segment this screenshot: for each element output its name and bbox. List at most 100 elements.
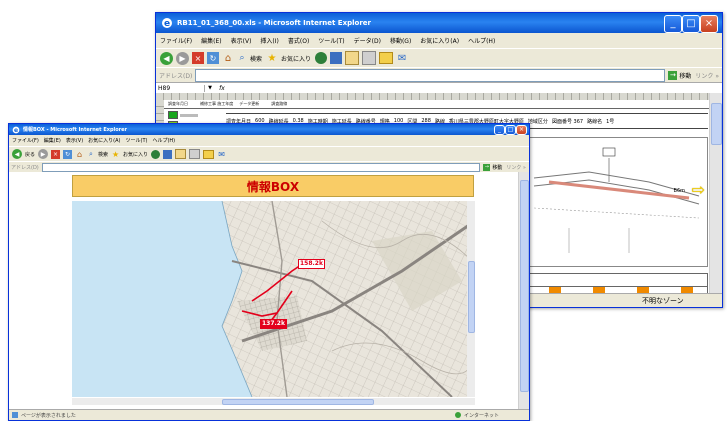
legend-bar [180,113,198,117]
menu-tools[interactable]: ツール(T) [126,137,148,144]
next-arrow-icon[interactable]: ⇨ [692,182,705,198]
menu-favorites[interactable]: お気に入り(A) [420,36,459,45]
zone-status: 不明なゾーン [642,297,684,305]
segment-row [529,286,707,293]
minimize-button[interactable]: _ [664,15,682,33]
map-scrollbar-thumb-vertical[interactable] [468,261,475,333]
mail-icon[interactable] [345,51,360,65]
go-button[interactable]: → 移動 [668,70,691,80]
media-icon[interactable] [151,149,161,159]
favorites-label[interactable]: お気に入り [281,54,311,63]
menu-insert[interactable]: 挿入(I) [260,36,278,45]
map-view[interactable]: 158.2k 137.2k [72,201,475,397]
scrollbar-thumb[interactable] [520,180,529,392]
go-button[interactable]: → 移動 [483,163,503,171]
menu-go[interactable]: 移動(G) [390,36,411,45]
map-scrollbar-vertical[interactable] [467,201,475,397]
search-label[interactable]: 検索 [250,54,262,63]
maximize-button[interactable]: □ [682,15,700,33]
history-icon[interactable] [163,149,173,159]
address-bar: アドレス(D) → 移動 リンク » [9,161,529,172]
menu-format[interactable]: 書式(O) [288,36,309,45]
map-scrollbar-thumb-horizontal[interactable] [222,399,374,405]
forward-icon[interactable]: ▶ [38,149,49,159]
cell-route-name-label: 路線名 [587,118,603,125]
refresh-icon[interactable]: ↻ [207,52,219,64]
menu-edit[interactable]: 編集(E) [44,137,61,144]
favorites-icon[interactable]: ★ [111,150,120,159]
map-scrollbar-horizontal[interactable] [72,398,475,405]
favorites-label[interactable]: お気に入り [123,151,148,158]
menu-help[interactable]: ヘルプ(H) [152,137,175,144]
menu-help[interactable]: ヘルプ(H) [468,36,495,45]
menu-edit[interactable]: 編集(E) [201,36,221,45]
media-icon[interactable] [315,52,328,64]
toolbar: ◀ ▶ × ↻ ⌂ ⌕ 検索 ★ お気に入り ✉ [156,48,722,67]
history-icon[interactable] [330,52,343,64]
page-title: 情報BOX [246,179,300,194]
search-label[interactable]: 検索 [98,151,108,158]
sheet-header-row: 調査年月日 補修工事 施工年度 データ更新 調査路線 [164,101,710,109]
stop-icon[interactable]: × [51,149,61,159]
address-input[interactable] [195,68,666,82]
messenger-icon[interactable]: ✉ [396,52,408,64]
minimize-button[interactable]: _ [494,125,505,135]
ie-logo-icon: e [12,126,20,134]
print-icon[interactable] [362,51,377,65]
status-text: ページが表示されました [21,412,76,419]
search-icon[interactable]: ⌕ [87,150,95,159]
menu-bar: ファイル(F) 編集(E) 表示(V) お気に入り(A) ツール(T) ヘルプ(… [9,136,529,145]
ie-logo-icon: e [160,17,173,30]
name-box[interactable]: H89 [156,84,205,92]
go-label: 移動 [492,164,503,171]
back-icon[interactable]: ◀ [12,149,22,159]
mail-icon[interactable] [175,149,187,159]
close-button[interactable]: × [700,15,718,33]
infobox-ie-window: e 情報BOX - Microsoft Internet Explorer _ … [8,123,530,421]
menu-favorites[interactable]: お気に入り(A) [88,137,120,144]
status-bar: ページが表示されました インターネット [9,409,529,420]
route-label-b[interactable]: 137.2k [260,319,287,329]
vertical-scrollbar[interactable] [518,172,529,409]
refresh-icon[interactable]: ↻ [63,149,73,159]
cell-route-name-value: 1号 [606,118,615,125]
folder-icon[interactable] [379,52,394,64]
infobox-banner: 情報BOX [72,175,474,197]
maximize-button[interactable]: □ [505,125,516,135]
name-dropdown-icon[interactable]: ▼ [205,85,215,91]
print-icon[interactable] [189,149,201,159]
sheet-header-3: データ更新 [239,101,260,106]
page-icon [12,412,18,418]
address-input[interactable] [41,162,481,172]
menu-view[interactable]: 表示(V) [231,36,252,45]
search-icon[interactable]: ⌕ [237,52,247,64]
address-label: アドレス(D) [11,164,39,171]
folder-icon[interactable] [203,149,215,159]
menu-data[interactable]: データ(D) [354,36,381,45]
links-label[interactable]: リンク » [695,71,719,80]
window-title: RB11_01_368_00.xls - Microsoft Internet … [177,19,371,27]
messenger-icon[interactable]: ✉ [217,150,226,159]
links-label[interactable]: リンク » [506,164,526,171]
menu-file[interactable]: ファイル(F) [160,36,192,45]
menu-file[interactable]: ファイル(F) [12,137,39,144]
vertical-scrollbar[interactable] [709,93,722,293]
address-label: アドレス(D) [159,72,193,80]
close-button[interactable]: × [516,125,527,135]
menu-tools[interactable]: ツール(T) [318,36,344,45]
go-icon: → [668,70,678,80]
forward-icon[interactable]: ▶ [176,51,189,65]
svg-text:e: e [14,127,18,134]
back-label[interactable]: 戻る [25,151,35,158]
road-drawing: B6m ⇨ [528,137,708,267]
sheet-header-4: 調査路線 [271,101,288,106]
home-icon[interactable]: ⌂ [222,52,234,64]
scrollbar-thumb[interactable] [711,103,722,145]
favorites-icon[interactable]: ★ [266,52,278,64]
stop-icon[interactable]: × [192,52,204,64]
route-label-a[interactable]: 158.2k [298,259,325,269]
home-icon[interactable]: ⌂ [75,150,84,159]
back-icon[interactable]: ◀ [160,51,173,65]
menu-bar: ファイル(F) 編集(E) 表示(V) 挿入(I) 書式(O) ツール(T) デ… [156,34,722,47]
menu-view[interactable]: 表示(V) [66,137,83,144]
